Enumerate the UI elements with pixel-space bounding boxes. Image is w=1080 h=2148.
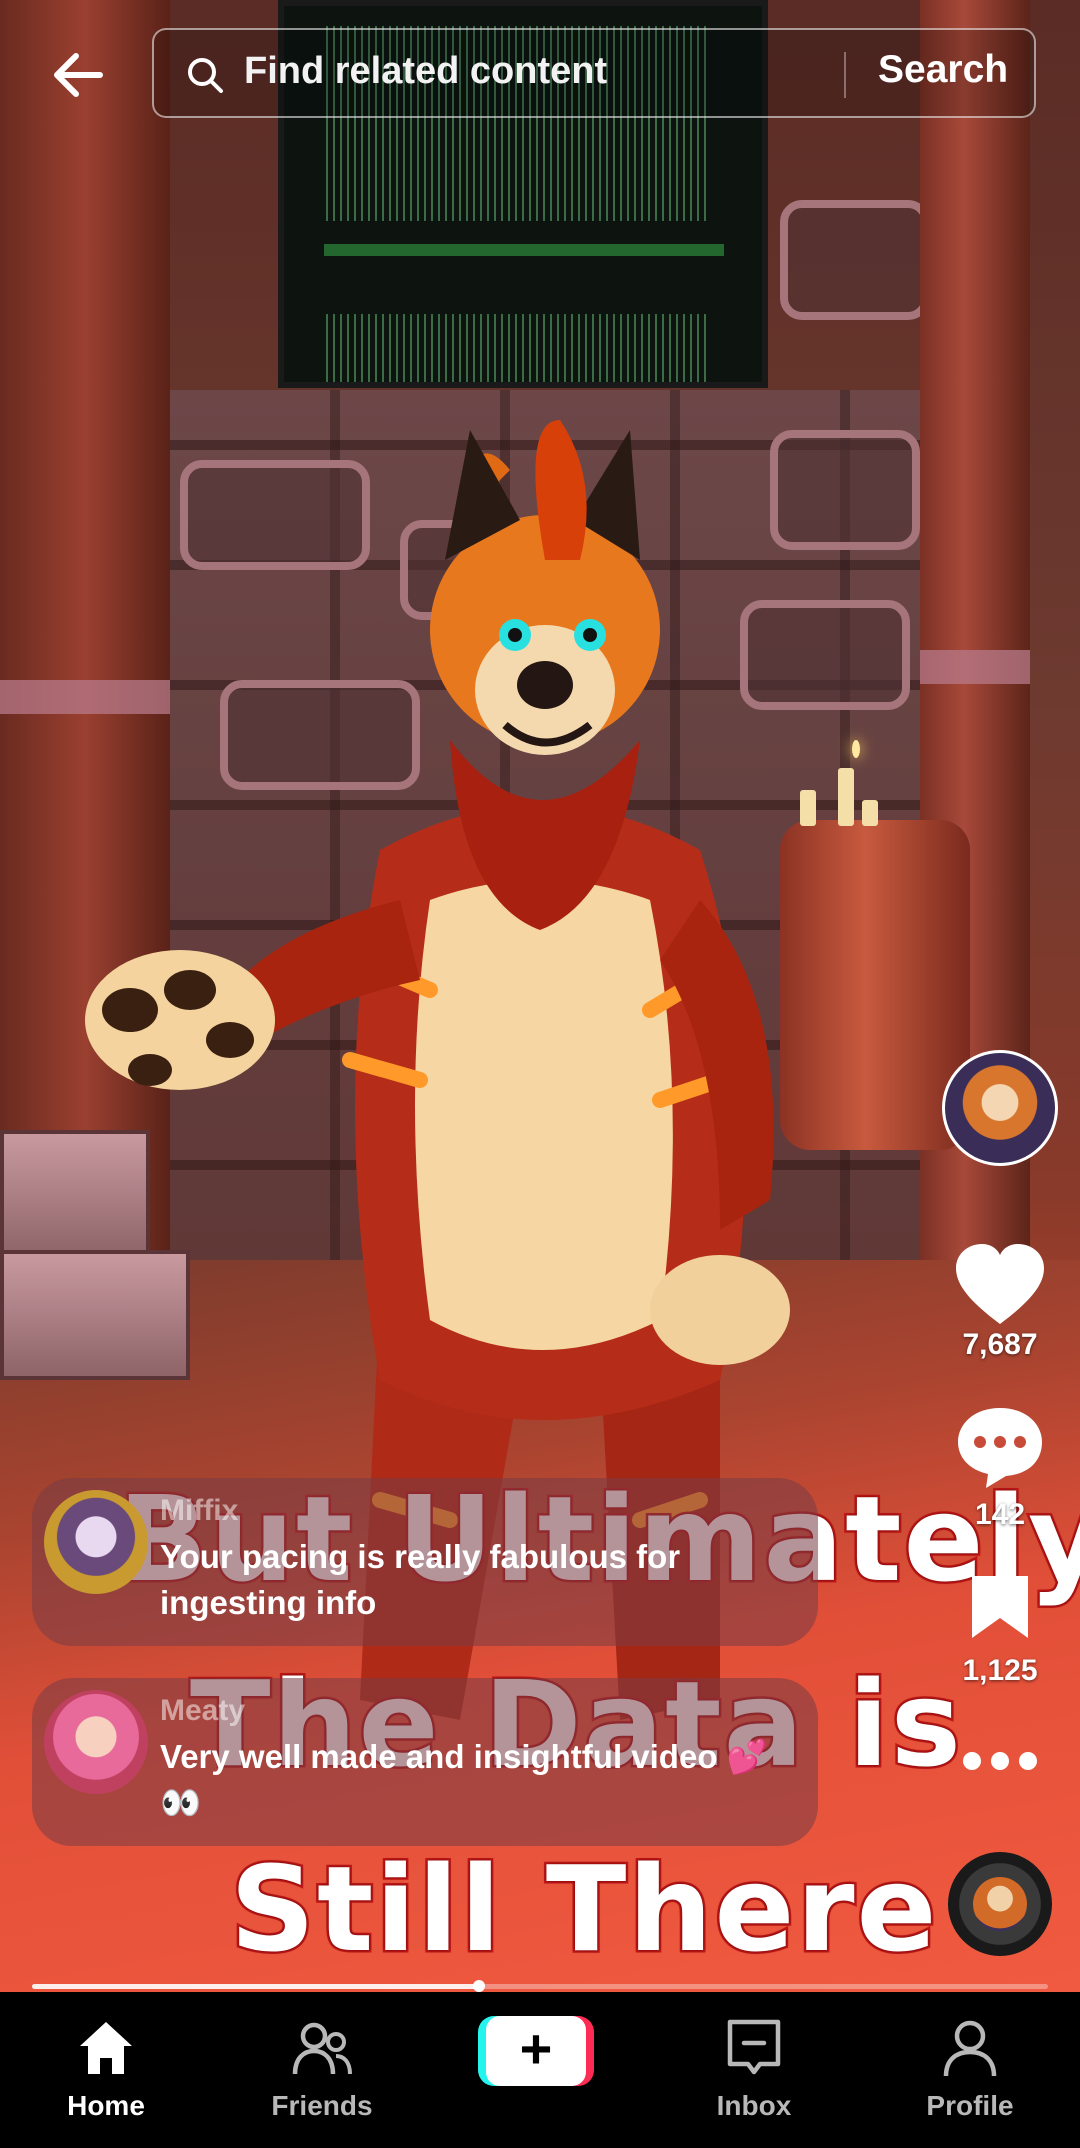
nav-profile[interactable]: Profile <box>880 1992 1060 2148</box>
bookmark-icon <box>972 1576 1028 1638</box>
profile-icon <box>943 2020 997 2077</box>
nav-home[interactable]: Home <box>16 1992 196 2148</box>
nav-friends[interactable]: Friends <box>232 1992 412 2148</box>
nav-label: Profile <box>926 2090 1014 2121</box>
create-button[interactable]: + <box>478 2016 594 2086</box>
friends-icon <box>292 2022 352 2075</box>
comment-username: Meaty <box>160 1694 246 1727</box>
comment-bubble[interactable]: Miffix Your pacing is really fabulous fo… <box>32 1478 818 1646</box>
like-button[interactable] <box>950 1240 1050 1335</box>
search-icon <box>186 56 224 94</box>
heart-icon <box>956 1244 1044 1324</box>
nav-label: Inbox <box>716 2090 792 2121</box>
nav-label: Friends <box>271 2090 373 2121</box>
nav-inbox[interactable]: Inbox <box>664 1992 844 2148</box>
comment-bubble[interactable]: Meaty Very well made and insightful vide… <box>32 1678 818 1846</box>
search-input[interactable]: Find related content <box>244 50 607 93</box>
home-icon <box>80 2022 132 2074</box>
comment-button[interactable] <box>950 1402 1050 1497</box>
video-progress-fill <box>32 1984 480 1989</box>
video-progress-handle[interactable] <box>473 1980 486 1992</box>
music-disc-avatar <box>973 1877 1027 1931</box>
save-button[interactable] <box>950 1572 1050 1647</box>
comment-text: Your pacing is really fabulous for inges… <box>160 1538 681 1621</box>
plus-icon: + <box>486 2016 586 2086</box>
avatar <box>44 1490 148 1594</box>
search-button[interactable]: Search <box>878 48 1008 92</box>
inbox-icon <box>727 2019 781 2075</box>
creator-avatar[interactable] <box>942 1050 1058 1166</box>
comment-icon <box>958 1408 1042 1488</box>
video-progress-bar[interactable] <box>32 1980 1048 1992</box>
comment-text: Very well made and insightful video 💕👀 <box>160 1738 768 1821</box>
bottom-navigation: Home Friends + Inbox Profile <box>0 1992 1080 2148</box>
back-arrow-icon[interactable] <box>48 44 110 106</box>
more-options-button[interactable] <box>950 1746 1050 1781</box>
like-count: 7,687 <box>962 1328 1038 1361</box>
more-icon <box>963 1752 1037 1770</box>
video-caption-line: Still There <box>228 1838 940 1981</box>
nav-label: Home <box>67 2090 145 2121</box>
search-bar[interactable]: Find related content Search <box>152 28 1036 118</box>
comment-username: Miffix <box>160 1494 239 1527</box>
comment-count: 142 <box>974 1498 1026 1531</box>
music-disc[interactable] <box>948 1852 1052 1956</box>
avatar <box>44 1690 148 1794</box>
search-divider <box>844 52 846 98</box>
save-count: 1,125 <box>962 1654 1038 1687</box>
